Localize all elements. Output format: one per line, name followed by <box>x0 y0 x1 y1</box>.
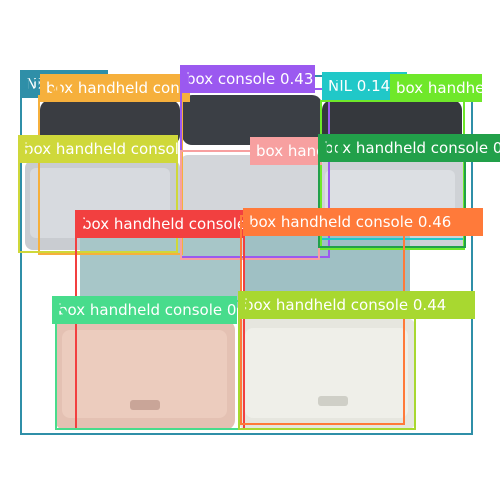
detection-label: box handheld console 0. <box>318 134 500 162</box>
detection-id: 4 <box>241 214 253 234</box>
detection-id: 6 <box>19 141 31 161</box>
detection-id: 10 <box>319 140 343 160</box>
detection-id: 1 <box>181 71 193 91</box>
detection-label: box console 0.43 <box>180 65 315 93</box>
detection-label: box handheld console 0.46 <box>243 208 483 236</box>
detection-id: 5 <box>56 302 68 322</box>
detection-id: 2 <box>76 216 88 236</box>
detection-box <box>238 305 416 430</box>
detection-id: 3 <box>239 297 251 317</box>
detection-label: box handheld console 0. <box>76 210 244 238</box>
detection-label: box handheld console 0.47 <box>250 137 322 165</box>
detection-id: 14 <box>39 80 63 100</box>
detection-scene: NIL 0.1212box handheld console 0.4614box… <box>0 0 500 500</box>
detection-label: box handheld console 0.44 <box>390 74 482 102</box>
detection-label: box handheld console 0.43 <box>52 296 237 324</box>
detection-id: 11 <box>321 78 345 98</box>
detection-label: box handheld console 0.44 <box>238 291 475 319</box>
detection-label: box handheld console 0.45 <box>18 135 178 163</box>
